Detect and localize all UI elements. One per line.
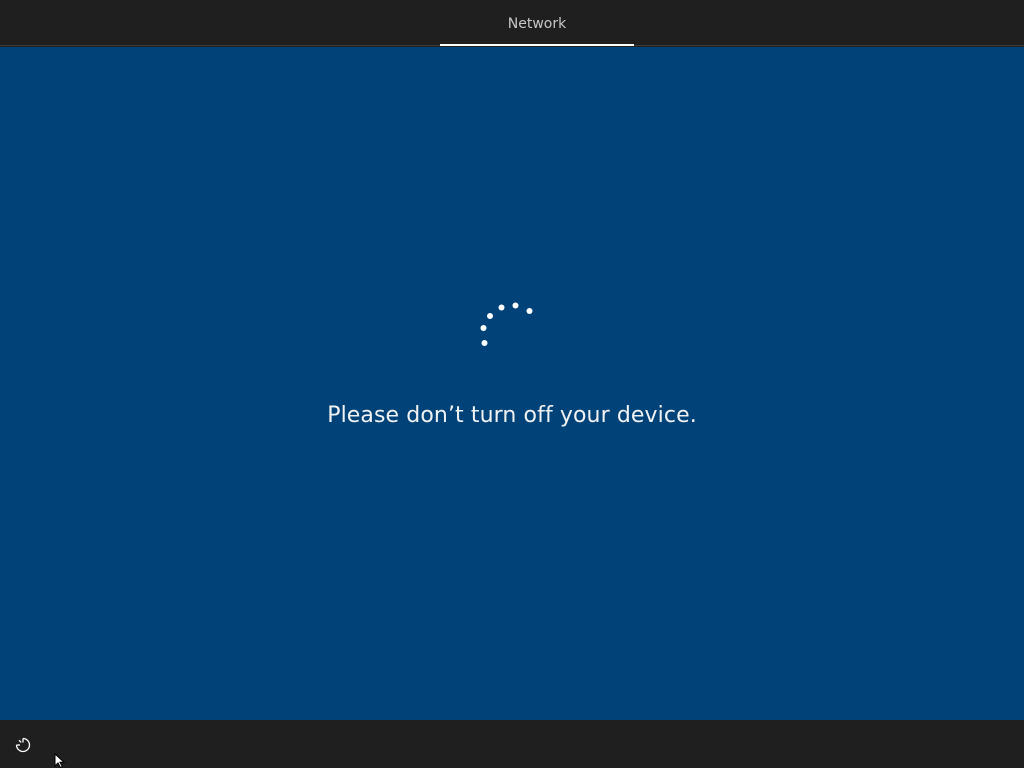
spinner-dot (526, 308, 533, 314)
tab-active-underline (440, 44, 634, 46)
spinner-dot (487, 313, 493, 319)
ease-of-access-button[interactable] (10, 734, 36, 756)
main-panel: Please don’t turn off your device. (0, 47, 1024, 720)
loading-spinner-icon (480, 302, 533, 346)
spinner-dot (512, 302, 519, 309)
tab-network: Network (507, 16, 567, 32)
top-bar: Network (0, 0, 1024, 46)
spinner-dot (481, 340, 488, 346)
spinner-dot (498, 304, 505, 311)
spinner-dot (480, 325, 487, 331)
status-message: Please don’t turn off your device. (327, 403, 697, 428)
bottom-bar (0, 720, 1024, 768)
ease-of-access-icon (15, 737, 31, 753)
mouse-pointer-icon (54, 753, 66, 768)
